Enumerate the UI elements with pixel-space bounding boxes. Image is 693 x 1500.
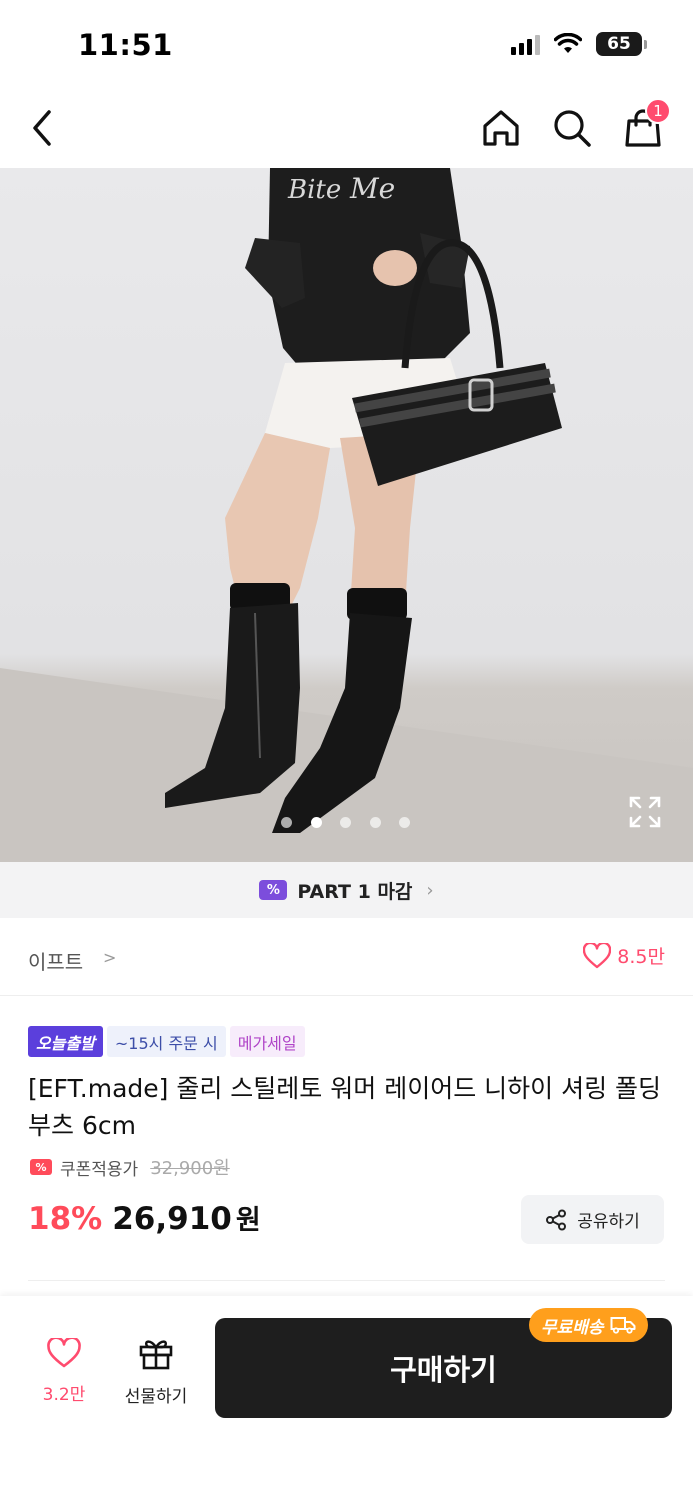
gift-icon	[139, 1340, 173, 1370]
product-photo-illustration: Bite Me	[0, 168, 693, 862]
free-shipping-badge: 무료배송	[529, 1308, 648, 1342]
brand-row: 이프트 > 8.5만	[0, 918, 693, 996]
svg-text:Me: Me	[349, 172, 395, 205]
product-title: [EFT.made] 줄리 스틸레토 워머 레이어드 니하이 셔링 폴딩 부츠 …	[28, 1074, 662, 1140]
currency-unit: 원	[235, 1205, 261, 1236]
cart-count-badge: 1	[645, 98, 671, 124]
gift-button[interactable]: 선물하기	[116, 1336, 196, 1407]
carousel-dot[interactable]	[399, 817, 410, 828]
wishlist-count: 3.2만	[42, 1385, 86, 1405]
price-row: 18% 26,910 원	[28, 1198, 261, 1237]
home-icon	[483, 110, 519, 146]
battery-level: 65	[596, 32, 642, 56]
discount-rate: 18%	[28, 1201, 103, 1237]
search-button[interactable]	[548, 104, 596, 152]
chevron-left-icon	[33, 110, 51, 146]
carousel-dot[interactable]	[340, 817, 351, 828]
delivery-truck-icon	[610, 1317, 636, 1334]
brand-name-link[interactable]: 이프트	[28, 946, 83, 975]
image-carousel-indicator	[0, 815, 693, 831]
carousel-dot[interactable]	[369, 817, 381, 828]
cart-button[interactable]: 1	[619, 98, 671, 152]
heart-icon	[47, 1336, 81, 1368]
brand-like-button[interactable]: 8.5만	[583, 942, 665, 969]
home-button[interactable]	[477, 104, 525, 152]
brand-chevron-icon: >	[103, 948, 117, 967]
heart-icon	[583, 942, 612, 968]
chevron-right-icon: ›	[426, 879, 434, 901]
mega-sale-badge: 메가세일	[229, 1026, 305, 1057]
brand-like-count: 8.5만	[617, 946, 665, 968]
carousel-dot-active[interactable]	[310, 817, 322, 828]
status-time: 11:51	[78, 28, 173, 62]
expand-icon	[629, 796, 661, 828]
search-icon	[554, 110, 591, 147]
back-button[interactable]	[18, 104, 66, 152]
part-banner-label: PART 1 마감	[297, 880, 413, 903]
buy-label: 구매하기	[390, 1353, 497, 1387]
cellular-signal-icon	[511, 33, 540, 55]
original-price: 32,900원	[150, 1158, 230, 1179]
share-label: 공유하기	[577, 1212, 640, 1232]
free-shipping-label: 무료배송	[541, 1317, 604, 1338]
share-icon	[546, 1209, 567, 1230]
status-icons: 65	[511, 32, 647, 56]
svg-text:Bite: Bite	[287, 175, 341, 205]
today-shipping-badge: 오늘출발	[28, 1026, 103, 1057]
share-button[interactable]: 공유하기	[521, 1195, 664, 1244]
part-sale-banner[interactable]: % PART 1 마감 ›	[0, 862, 693, 918]
section-divider	[28, 1280, 665, 1281]
sale-price: 26,910	[112, 1201, 232, 1237]
coupon-icon: %	[30, 1159, 52, 1175]
coupon-percent-icon: %	[259, 880, 288, 900]
wifi-icon	[554, 33, 582, 53]
fullscreen-button[interactable]	[627, 794, 663, 830]
coupon-price-row: % 쿠폰적용가 32,900원	[30, 1154, 230, 1180]
coupon-label: 쿠폰적용가	[60, 1159, 139, 1180]
wishlist-button[interactable]: 3.2만	[30, 1336, 98, 1405]
product-image[interactable]: Bite Me	[0, 168, 693, 862]
gift-label: 선물하기	[124, 1387, 188, 1407]
order-deadline-badge: ~15시 주문 시	[106, 1026, 226, 1057]
product-badges: 오늘출발 ~15시 주문 시 메가세일	[28, 1026, 305, 1057]
status-bar: 11:51 65	[0, 0, 693, 88]
carousel-dot[interactable]	[281, 817, 292, 828]
top-nav-bar: 1	[0, 88, 693, 168]
battery-icon: 65	[596, 32, 647, 56]
